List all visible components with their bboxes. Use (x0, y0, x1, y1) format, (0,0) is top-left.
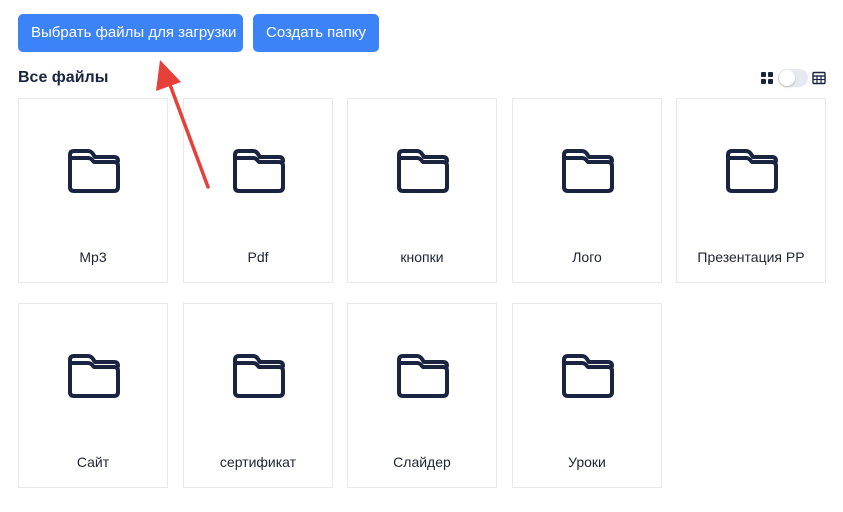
view-toggle[interactable] (760, 68, 827, 88)
folder-label: Лого (572, 249, 602, 265)
folder-icon (68, 354, 120, 398)
folder-label: сертификат (219, 454, 297, 470)
folder-label: Уроки (568, 454, 606, 470)
folder-label: Сайт (76, 454, 110, 470)
folder-icon (562, 354, 614, 398)
folder-icon (397, 354, 449, 398)
upload-files-button[interactable]: Выбрать файлы для загрузки (18, 14, 243, 52)
folder-tile[interactable]: сертификат (183, 303, 333, 488)
folder-icon (233, 149, 285, 193)
folder-tile[interactable]: Лого (512, 98, 662, 283)
create-folder-button[interactable]: Создать папку (253, 14, 379, 52)
view-toggle-switch[interactable] (778, 69, 808, 87)
folder-tile[interactable]: кнопки (347, 98, 497, 283)
folder-tile[interactable]: Презентация PP (676, 98, 826, 283)
folder-label: кнопки (400, 249, 444, 265)
folder-icon (233, 354, 285, 398)
folder-icon (397, 149, 449, 193)
folder-tile[interactable]: Слайдер (347, 303, 497, 488)
folder-label: Презентация PP (697, 249, 805, 265)
folder-icon (562, 149, 614, 193)
folder-tile[interactable]: Pdf (183, 98, 333, 283)
folder-tile[interactable]: Уроки (512, 303, 662, 488)
grid-icon[interactable] (760, 71, 774, 85)
folder-label: Слайдер (393, 454, 451, 470)
folder-icon (68, 149, 120, 193)
folder-tile[interactable]: Сайт (18, 303, 168, 488)
folder-tile[interactable]: Mp3 (18, 98, 168, 283)
table-icon[interactable] (812, 71, 826, 85)
section-title: Все файлы (18, 69, 109, 86)
folder-label: Pdf (247, 249, 269, 265)
folder-icon (726, 149, 778, 193)
toggle-knob (779, 70, 795, 86)
folder-label: Mp3 (79, 249, 107, 265)
